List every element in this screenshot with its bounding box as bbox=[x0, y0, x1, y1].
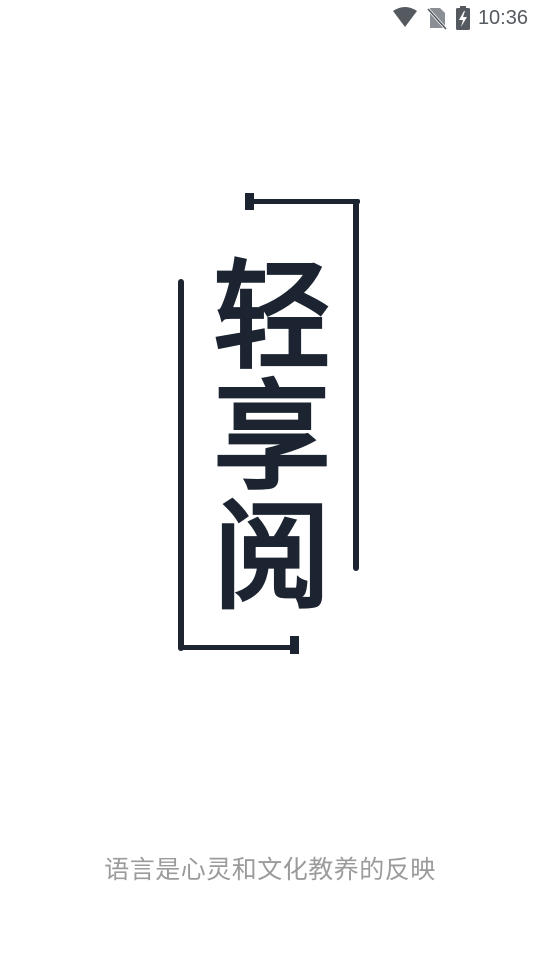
logo-graphic: 轻 享 阅 bbox=[178, 193, 360, 654]
logo-char-3: 阅 bbox=[213, 488, 331, 626]
app-logo: 轻 享 阅 bbox=[0, 0, 540, 960]
splash-tagline: 语言是心灵和文化教养的反映 bbox=[104, 855, 436, 884]
logo-char-2: 享 bbox=[213, 368, 331, 506]
logo-char-1: 轻 bbox=[213, 248, 331, 386]
splash-screen: 10:36 轻 享 阅 语言是心灵和文化教养的反映 bbox=[0, 0, 540, 960]
